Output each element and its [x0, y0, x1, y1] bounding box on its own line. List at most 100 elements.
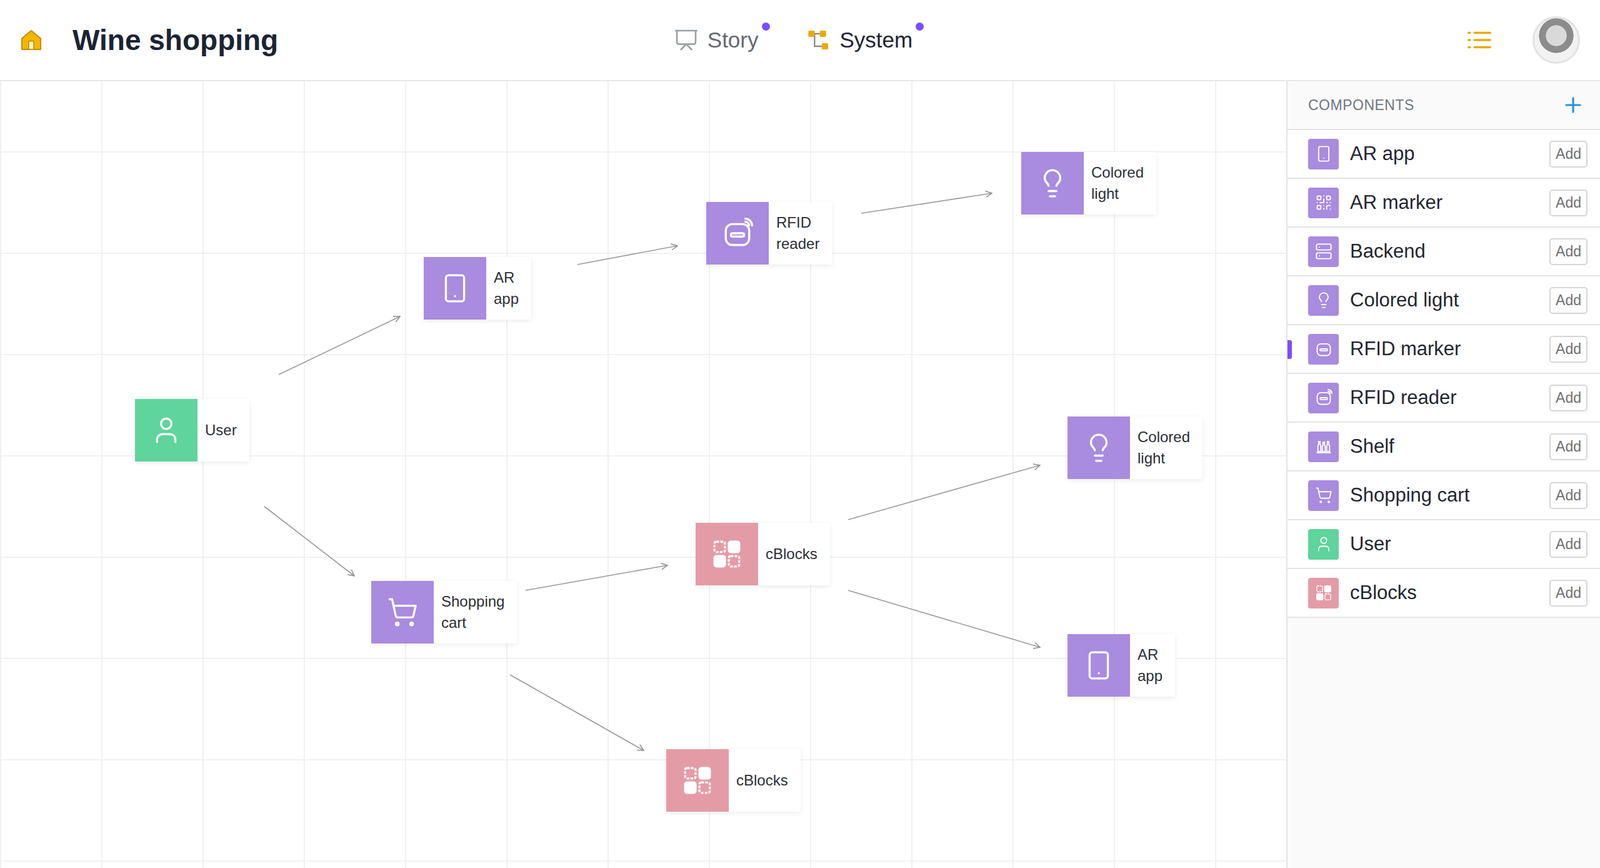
bulb-icon: [1315, 291, 1333, 309]
component-label: Backend: [1350, 240, 1539, 263]
component-icon-box: [1308, 187, 1339, 219]
add-button[interactable]: Add: [1549, 433, 1588, 460]
view-tabs: Story System: [673, 22, 925, 58]
server-icon: [1315, 242, 1333, 260]
node-icon-box: [371, 580, 434, 644]
user-icon: [1315, 535, 1333, 553]
diagram-node[interactable]: Shopping cart: [371, 580, 517, 644]
new-component-button[interactable]: [1558, 90, 1588, 120]
hierarchy-icon: [806, 27, 832, 53]
connection-arrow[interactable]: [264, 506, 355, 576]
node-icon-box: [706, 201, 769, 265]
phone-icon: [439, 272, 471, 304]
phone-icon: [1315, 145, 1333, 163]
add-button[interactable]: Add: [1549, 481, 1588, 509]
qr-icon: [1315, 193, 1333, 212]
component-label: Shelf: [1350, 435, 1539, 458]
add-button[interactable]: Add: [1549, 140, 1588, 168]
node-label: Colored light: [1130, 416, 1203, 479]
node-icon-box: [135, 398, 198, 462]
component-item[interactable]: Colored lightAdd: [1287, 276, 1600, 325]
tab-label: Story: [707, 27, 759, 53]
node-label: cBlocks: [728, 748, 801, 812]
diagram-node[interactable]: Colored light: [1067, 416, 1203, 479]
node-icon-box: [666, 748, 729, 812]
user-avatar[interactable]: [1532, 16, 1580, 64]
connection-arrow[interactable]: [848, 590, 1040, 647]
view-tab[interactable]: Story: [673, 22, 772, 58]
node-icon-box: [1067, 633, 1130, 697]
add-button[interactable]: Add: [1549, 579, 1588, 607]
connection-arrow[interactable]: [577, 245, 678, 265]
bulb-icon: [1083, 431, 1115, 464]
workspace: User AR app RFID reader Colored light Shoppi…: [0, 81, 1600, 868]
rfid-card-icon: [1315, 340, 1333, 358]
notification-dot: [915, 22, 924, 31]
connection-arrow[interactable]: [510, 674, 644, 750]
view-tab[interactable]: System: [806, 22, 926, 58]
component-item[interactable]: AR appAdd: [1287, 130, 1600, 179]
diagram-node[interactable]: AR app: [423, 256, 532, 320]
plus-icon: [1561, 93, 1585, 117]
node-label: Shopping cart: [433, 580, 517, 644]
component-icon-box: [1308, 333, 1339, 365]
add-button[interactable]: Add: [1549, 189, 1588, 217]
component-icon-box: [1308, 528, 1339, 560]
component-item[interactable]: AR markerAdd: [1287, 178, 1600, 228]
diagram-node[interactable]: cBlocks: [695, 522, 830, 585]
rfid-reader-icon: [1315, 388, 1333, 407]
node-icon-box: [695, 522, 759, 585]
component-item[interactable]: Shopping cart Add: [1287, 471, 1600, 520]
node-icon-box: [423, 256, 487, 320]
node-label: AR app: [486, 256, 532, 320]
home-icon[interactable]: [18, 27, 44, 53]
user-icon: [150, 414, 182, 446]
node-label: AR app: [1130, 633, 1175, 697]
component-label: Shopping cart: [1350, 483, 1539, 507]
cart-icon: [386, 596, 419, 628]
diagram-canvas[interactable]: User AR app RFID reader Colored light Shoppi…: [0, 81, 1287, 868]
component-icon-box: [1308, 138, 1339, 170]
component-list: AR appAddAR markerAddBackendAddColored l…: [1287, 130, 1600, 618]
add-button[interactable]: Add: [1549, 286, 1588, 314]
diagram-node[interactable]: RFID reader: [706, 201, 832, 265]
connection-arrow[interactable]: [861, 193, 992, 214]
component-item[interactable]: UserAdd: [1287, 520, 1600, 569]
component-item[interactable]: cBlocks Add: [1287, 568, 1600, 618]
component-item[interactable]: RFID readerAdd: [1287, 373, 1600, 423]
blocks-icon: [711, 538, 743, 570]
project-title: Wine shopping: [72, 23, 279, 57]
component-icon-box: [1308, 285, 1339, 316]
add-button[interactable]: Add: [1549, 530, 1588, 558]
diagram-node[interactable]: Colored light: [1021, 151, 1157, 215]
connection-arrow[interactable]: [278, 316, 400, 375]
component-item[interactable]: RFID markerAdd: [1287, 325, 1600, 374]
app: Wine shopping Story System User AR app RFID r…: [0, 0, 1600, 868]
panel-header: COMPONENTS: [1287, 81, 1600, 130]
node-icon-box: [1021, 151, 1084, 215]
diagram-node[interactable]: AR app: [1067, 633, 1175, 697]
list-icon[interactable]: [1465, 25, 1494, 55]
blocks-icon: [681, 764, 714, 796]
component-icon-box: [1308, 577, 1339, 609]
add-button[interactable]: Add: [1549, 335, 1588, 363]
header-right: [925, 16, 1580, 64]
header-left: Wine shopping: [18, 23, 674, 57]
add-button[interactable]: Add: [1549, 238, 1588, 265]
diagram-node[interactable]: User: [135, 398, 250, 462]
add-button[interactable]: Add: [1549, 384, 1588, 412]
selection-marker: [1287, 340, 1292, 359]
node-label: RFID reader: [768, 201, 832, 265]
connection-arrow[interactable]: [525, 565, 668, 590]
presentation-icon: [673, 27, 699, 53]
component-label: cBlocks: [1350, 581, 1539, 604]
panel-title: COMPONENTS: [1308, 96, 1415, 114]
component-item[interactable]: Shelf Add: [1287, 422, 1600, 472]
connection-arrow[interactable]: [848, 465, 1040, 520]
node-label: Colored light: [1083, 151, 1157, 215]
diagram-node[interactable]: cBlocks: [666, 748, 801, 812]
component-icon-box: [1308, 480, 1339, 511]
component-item[interactable]: Backend Add: [1287, 227, 1600, 277]
shelf-icon: [1315, 437, 1333, 455]
blocks-icon: [1315, 583, 1333, 602]
